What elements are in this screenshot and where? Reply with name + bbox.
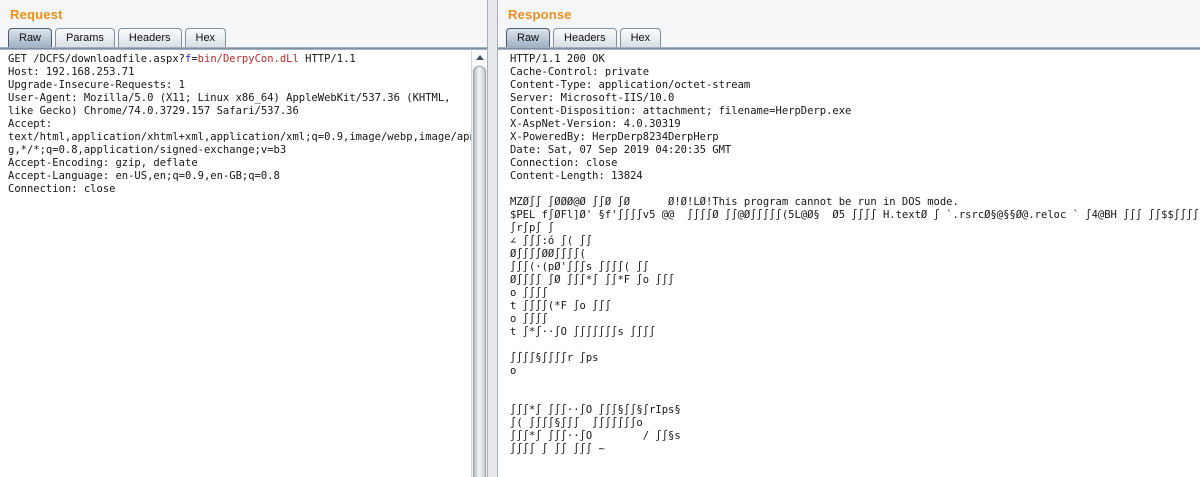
- request-panel-title: Request: [10, 7, 63, 22]
- tab-request-hex[interactable]: Hex: [185, 28, 227, 48]
- request-line-prefix: GET /DCFS/downloadfile.aspx?: [8, 53, 185, 65]
- response-tabs: Raw Headers Hex: [506, 28, 664, 48]
- request-panel: Request Raw Params Headers Hex GET /DCFS…: [0, 0, 488, 477]
- response-panel: Response Raw Headers Hex HTTP/1.1 200 OK…: [497, 0, 1200, 477]
- tab-request-raw[interactable]: Raw: [8, 28, 52, 48]
- request-first-line: GET /DCFS/downloadfile.aspx?f=bin/DerpyC…: [8, 53, 470, 66]
- tab-request-params[interactable]: Params: [55, 28, 115, 48]
- request-tabs: Raw Params Headers Hex: [8, 28, 229, 48]
- request-raw-text: Host: 192.168.253.71 Upgrade-Insecure-Re…: [8, 66, 470, 196]
- request-scrollbar[interactable]: [471, 50, 487, 477]
- request-editor[interactable]: GET /DCFS/downloadfile.aspx?f=bin/DerpyC…: [0, 50, 472, 477]
- request-scroll-up-button[interactable]: [472, 50, 487, 65]
- response-headers-text: HTTP/1.1 200 OK Cache-Control: private C…: [510, 53, 1199, 183]
- request-scrollbar-thumb[interactable]: [473, 66, 486, 477]
- tab-request-headers[interactable]: Headers: [118, 28, 182, 48]
- request-http-version: HTTP/1.1: [299, 53, 356, 65]
- tab-response-headers[interactable]: Headers: [553, 28, 617, 48]
- response-editor[interactable]: HTTP/1.1 200 OK Cache-Control: private C…: [498, 50, 1200, 477]
- tab-response-raw[interactable]: Raw: [506, 28, 550, 48]
- request-param-value: bin/DerpyCon.dLl: [198, 53, 299, 65]
- response-blank-line: [510, 183, 1199, 196]
- response-panel-title: Response: [508, 7, 572, 22]
- tab-response-hex[interactable]: Hex: [620, 28, 662, 48]
- scroll-up-icon: [476, 55, 484, 60]
- response-body-text: MZØ∫∫ ∫ØØØ@Ø ∫∫Ø ∫Ø Ø!Ø!LØ!This program …: [510, 196, 1199, 456]
